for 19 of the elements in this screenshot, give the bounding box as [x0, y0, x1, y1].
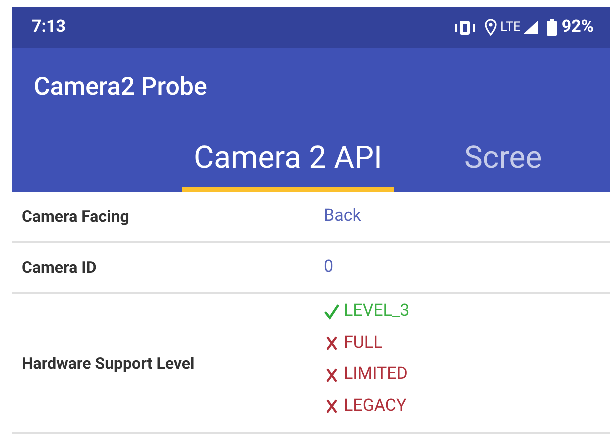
location-icon — [484, 19, 497, 36]
property-value: Back — [324, 204, 362, 228]
level-text: FULL — [344, 332, 383, 354]
property-label: Camera Facing — [21, 206, 130, 228]
clock-text: 7:13 — [32, 16, 66, 39]
tab[interactable]: Camera 2 API — [182, 134, 394, 192]
app-title: Camera2 Probe — [34, 72, 208, 104]
level-text: LIMITED — [344, 363, 408, 386]
property-value: 0 — [324, 256, 334, 279]
battery-text: 92% — [562, 16, 594, 39]
level-text: LEVEL_3 — [344, 300, 410, 323]
signal-icon — [522, 20, 539, 35]
battery-icon — [546, 19, 557, 36]
vibrate-icon — [452, 20, 477, 36]
property-label: Hardware Support Level — [21, 353, 196, 375]
property-label: Camera ID — [21, 256, 98, 278]
network-text: LTE — [500, 18, 521, 37]
tab[interactable]: Scree — [464, 134, 542, 192]
level-text: LEGACY — [344, 394, 407, 418]
